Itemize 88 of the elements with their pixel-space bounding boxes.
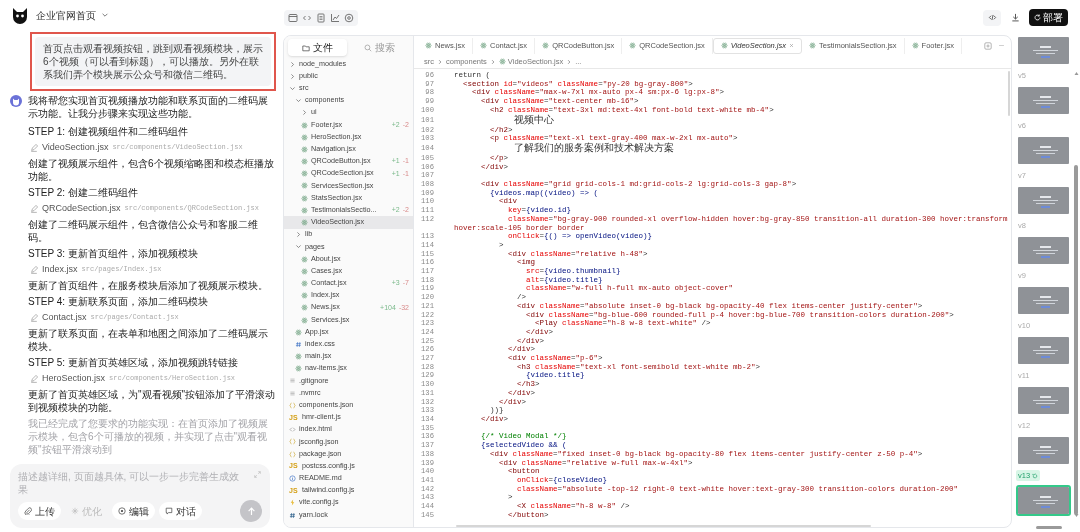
upload-button[interactable]: 上传 — [18, 502, 61, 520]
step-note: 创建了二维码展示组件，包含微信公众号和客服二维码。 — [28, 218, 259, 244]
atom-icon — [480, 42, 487, 49]
settings-icon[interactable] — [344, 12, 354, 23]
user-message: 首页点击观看视频按钮，跳到观看视频模块，展示6个视频（可以看到标题），可以播放。另外在联系我们弄个模块展示公众号和微信二维码。 — [35, 37, 271, 86]
assistant-message: 我将帮您实现首页视频播放功能和联系页面的二维码展示功能。让我分步骤来实现这些功能。 — [28, 94, 269, 120]
pencil-icon — [30, 204, 38, 213]
page-preview-thumbnail[interactable] — [1016, 335, 1071, 366]
cat-logo-icon — [10, 5, 30, 25]
folder-icon — [302, 43, 310, 52]
code-line: 了解我们的服务案例和技术解决方案 — [513, 142, 675, 154]
scroll-down-icon[interactable] — [1074, 513, 1079, 518]
minus-icon[interactable] — [998, 42, 1005, 49]
lightning-icon — [289, 499, 296, 507]
vertical-scrollbar[interactable] — [1074, 165, 1078, 515]
hash-icon — [289, 511, 296, 519]
sparkle-icon — [71, 507, 79, 515]
chat-button[interactable]: 对话 — [159, 502, 202, 520]
assistant-message: 我已经完成了您要求的功能实现：在首页添加了视频展示模块，包含6个可播放的视频，并实现了点击"观看视频"按钮平滑滚动到 — [28, 417, 269, 456]
paperclip-icon — [24, 507, 32, 515]
step-title: STEP 4: 更新联系页面，添加二维码模块 — [28, 295, 209, 308]
step-title: STEP 5: 更新首页英雄区域，添加视频跳转链接 — [28, 356, 239, 369]
chat-bubble-icon — [165, 507, 173, 515]
download-icon — [1010, 13, 1020, 22]
lines-icon — [289, 377, 296, 385]
atom-icon — [911, 42, 919, 49]
chevron-right-icon — [437, 58, 443, 65]
step-title: STEP 2: 创建二维码组件 — [28, 186, 139, 199]
page-preview-thumbnail[interactable] — [1016, 235, 1071, 266]
page-preview-thumbnail[interactable] — [1016, 385, 1071, 416]
page-preview-thumbnail[interactable] — [1016, 435, 1071, 466]
step-note: 创建了视频展示组件，包含6个视频缩略图和模态框播放功能。 — [28, 157, 275, 183]
document-icon[interactable] — [316, 12, 326, 23]
project-menu-button[interactable]: 企业官网首页 — [36, 7, 109, 23]
edit-button[interactable]: 编辑 — [112, 502, 155, 520]
chevron-down-icon — [295, 243, 302, 251]
page-preview-thumbnail[interactable] — [1016, 185, 1071, 216]
restore-icon — [1032, 472, 1039, 479]
browser-window-icon[interactable] — [288, 12, 298, 23]
refresh-icon — [1034, 14, 1041, 21]
deploy-button[interactable]: 部署 — [1029, 9, 1068, 26]
code-icon — [987, 13, 997, 22]
code-line: 视频中心 — [513, 114, 555, 126]
chevron-right-icon — [295, 231, 302, 239]
arrow-up-icon — [246, 506, 256, 516]
page-preview-thumbnail[interactable] — [1016, 35, 1071, 66]
chevron-right-icon — [489, 58, 496, 65]
code-button[interactable] — [983, 9, 1001, 26]
angle-brackets-icon — [289, 426, 296, 434]
page-preview-thumbnail[interactable] — [1016, 485, 1071, 516]
horizontal-scrollbar[interactable] — [1036, 526, 1062, 529]
search-icon — [364, 43, 372, 52]
target-icon — [118, 507, 126, 515]
pencil-icon — [30, 143, 38, 152]
braces-icon — [289, 438, 296, 446]
add-square-icon[interactable] — [984, 41, 992, 50]
chevron-down-icon — [101, 11, 109, 19]
step-note: 更新了首页组件，在服务模块后添加了视频展示模块。 — [28, 279, 269, 292]
braces-icon — [289, 401, 296, 409]
step-title: STEP 1: 创建视频组件和二维码组件 — [28, 125, 189, 138]
hash-icon — [295, 340, 302, 348]
atom-icon — [629, 42, 637, 49]
horizontal-scrollbar[interactable] — [456, 525, 871, 527]
expand-icon[interactable] — [254, 471, 261, 478]
pencil-icon — [30, 374, 38, 383]
page-preview-thumbnail[interactable] — [1016, 285, 1071, 316]
pencil-icon — [30, 265, 38, 274]
chevron-right-icon — [301, 109, 308, 117]
atom-icon — [542, 42, 550, 49]
braces-icon — [289, 450, 296, 458]
info-circle-icon — [289, 474, 296, 482]
lines-icon — [289, 389, 296, 397]
bot-avatar-icon — [10, 95, 22, 107]
chart-icon[interactable] — [330, 12, 340, 23]
atom-icon — [809, 42, 816, 49]
close-icon[interactable] — [789, 43, 794, 48]
step-title: STEP 3: 更新首页组件，添加视频模块 — [28, 247, 199, 260]
atom-icon — [720, 42, 728, 49]
page-preview-thumbnail[interactable] — [1016, 85, 1071, 116]
page-preview-thumbnail[interactable] — [1016, 135, 1071, 166]
step-note: 更新了首页英雄区域，为"观看视频"按钮添加了平滑滚动到视频模块的功能。 — [28, 388, 276, 414]
pencil-icon — [30, 313, 38, 322]
step-note: 更新了联系页面，在表单和地图之间添加了二维码展示模块。 — [28, 327, 269, 353]
scroll-up-icon[interactable] — [1074, 71, 1079, 76]
panel-tab[interactable]: 文件 — [288, 39, 347, 56]
atom-icon — [498, 58, 506, 65]
chevron-right-icon — [566, 58, 573, 65]
atom-icon — [425, 42, 432, 49]
